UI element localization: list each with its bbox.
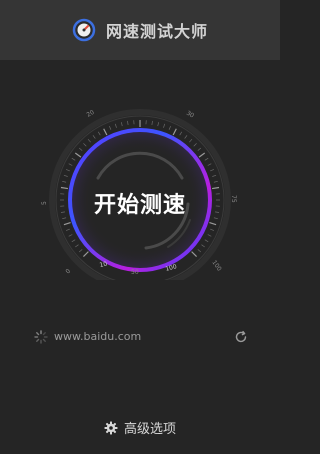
gauge-tick-mark bbox=[189, 138, 193, 143]
gauge-tick-mark bbox=[209, 221, 217, 226]
gauge-tick-mark bbox=[71, 157, 76, 161]
gauge-tick-mark bbox=[201, 244, 205, 248]
gauge-tick-mark bbox=[109, 125, 112, 130]
gauge-tick-mark bbox=[103, 128, 108, 136]
gauge-tick-mark bbox=[83, 143, 87, 147]
gauge-tick-label: 50 bbox=[131, 269, 139, 276]
gauge-tick-mark bbox=[87, 138, 91, 143]
gauge-tick-mark bbox=[198, 152, 206, 158]
gauge-tick-mark bbox=[75, 244, 79, 248]
gauge-tick-mark bbox=[120, 122, 123, 127]
gauge-tick-mark bbox=[74, 152, 82, 158]
gauge-tick-mark bbox=[179, 131, 183, 136]
gauge-tick-mark bbox=[83, 251, 89, 257]
start-speed-test-button[interactable]: 开始测速 bbox=[75, 178, 205, 228]
header-bar: 网速测试大师 bbox=[0, 0, 280, 60]
gauge-tick-mark bbox=[212, 174, 217, 177]
gauge-tick-mark bbox=[60, 186, 68, 190]
refresh-icon[interactable] bbox=[234, 329, 248, 343]
gauge-tick-mark bbox=[78, 249, 83, 253]
gauge-tick-mark bbox=[63, 174, 68, 177]
server-address: www.baidu.com bbox=[54, 329, 142, 343]
gauge-tick-mark bbox=[207, 163, 212, 166]
gauge-tick-mark bbox=[168, 125, 171, 130]
gauge-tick-mark bbox=[157, 122, 160, 127]
gauge-tick-label: 75 bbox=[230, 195, 237, 203]
gauge-tick-mark bbox=[68, 163, 73, 166]
gauge-tick-mark bbox=[71, 239, 76, 243]
gauge-tick-label: 5 bbox=[41, 201, 48, 205]
gauge-tick-mark bbox=[114, 123, 117, 128]
gauge-tick-mark bbox=[62, 217, 67, 220]
gauge-tick-mark bbox=[172, 128, 177, 136]
gauge-tick-mark bbox=[213, 180, 218, 183]
gauge-tick-mark bbox=[193, 143, 197, 147]
gauge-tick-mark bbox=[92, 135, 96, 139]
gauge-tick-mark bbox=[210, 228, 215, 231]
gauge-tick-label: 30 bbox=[185, 110, 195, 120]
gauge-tick-mark bbox=[78, 147, 83, 151]
gauge-tick-mark bbox=[163, 123, 166, 128]
gear-icon bbox=[104, 420, 118, 435]
gauge-tick-mark bbox=[204, 157, 209, 161]
app-title: 网速测试大师 bbox=[105, 22, 208, 41]
server-row: www.baidu.com bbox=[34, 326, 248, 346]
gauge-tick-mark bbox=[184, 135, 188, 139]
loading-spinner-icon bbox=[34, 329, 48, 344]
speed-test-app: 网速测试大师 0 5 10 20 30 50 75 100 100 开始测速 w… bbox=[0, 0, 280, 454]
gauge-tick-mark bbox=[215, 211, 220, 213]
gauge-tick-mark bbox=[97, 131, 101, 136]
gauge-tick-mark bbox=[210, 169, 215, 172]
gauge-tick-mark bbox=[151, 120, 153, 125]
gauge-tick-mark bbox=[213, 217, 218, 220]
gauge-tick-mark bbox=[212, 186, 220, 190]
gauge-tick-label: 100 bbox=[210, 259, 222, 273]
gauge-tick-mark bbox=[127, 120, 129, 125]
gauge-tick-mark bbox=[65, 228, 70, 231]
gauge-tick-label: 0 bbox=[64, 268, 72, 276]
gauge-tick-mark bbox=[197, 249, 202, 253]
gauge-tick-mark bbox=[65, 169, 70, 172]
gauge-tick-mark bbox=[191, 251, 197, 257]
speedometer-logo-icon bbox=[72, 18, 96, 42]
gauge-tick-mark bbox=[60, 211, 65, 213]
gauge-tick-mark bbox=[207, 234, 212, 237]
advanced-options-button[interactable]: 高级选项 bbox=[0, 416, 280, 438]
gauge-tick-mark bbox=[68, 234, 73, 237]
advanced-options-label: 高级选项 bbox=[123, 421, 176, 437]
gauge-tick-mark bbox=[63, 221, 71, 226]
gauge-tick-mark bbox=[62, 180, 67, 183]
gauge-tick-mark bbox=[204, 239, 209, 243]
gauge-tick-mark bbox=[197, 147, 202, 151]
gauge-tick-label: 20 bbox=[86, 109, 96, 119]
